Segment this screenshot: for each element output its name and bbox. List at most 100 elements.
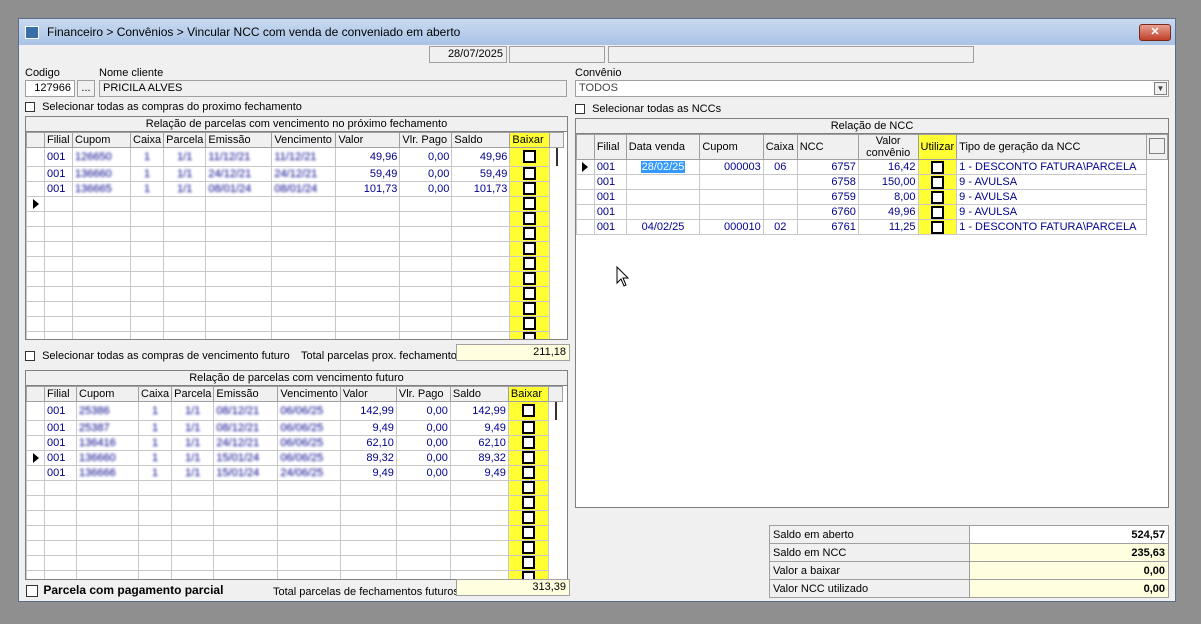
futuro-header-0[interactable]: Filial xyxy=(44,386,77,402)
utilizar-checkbox[interactable] xyxy=(930,220,944,234)
table-row[interactable]: 001 136665 1 1/1 08/01/24 08/01/24 101,73 0,00 1… xyxy=(26,180,564,197)
ncc-header-5[interactable]: Valor convênio xyxy=(857,134,919,160)
baixar-cell[interactable] xyxy=(507,434,549,451)
scrollbar-thumb[interactable] xyxy=(556,148,559,166)
baixar-cell[interactable] xyxy=(507,539,549,556)
baixar-checkbox[interactable] xyxy=(521,481,535,494)
futuro-header-3[interactable]: Parcela xyxy=(171,386,215,402)
table-row[interactable] xyxy=(26,524,563,541)
baixar-checkbox[interactable] xyxy=(521,421,535,434)
futuro-header-6[interactable]: Valor xyxy=(339,386,397,402)
baixar-cell[interactable] xyxy=(507,401,549,421)
parcial-option[interactable]: Parcela com pagamento parcial xyxy=(26,583,223,597)
baixar-cell[interactable] xyxy=(509,240,551,257)
select-all-ncc[interactable]: Selecionar todas as NCCs xyxy=(575,103,721,115)
baixar-checkbox[interactable] xyxy=(521,466,535,479)
table-row[interactable] xyxy=(26,330,564,339)
baixar-checkbox[interactable] xyxy=(521,541,535,554)
baixar-checkbox[interactable] xyxy=(523,272,537,285)
table-row[interactable] xyxy=(26,539,563,556)
proximo-header-4[interactable]: Emissão xyxy=(205,132,273,148)
proximo-header-0[interactable]: Filial xyxy=(44,132,73,148)
table-row[interactable] xyxy=(26,270,564,287)
table-row[interactable]: 001 25386 1 1/1 08/12/21 06/06/25 142,99 0,00 14… xyxy=(26,401,563,421)
table-row[interactable]: 001 136660 1 1/1 24/12/21 24/12/21 59,49 0,00 59… xyxy=(26,165,564,182)
baixar-cell[interactable] xyxy=(509,225,551,242)
table-row[interactable] xyxy=(26,240,564,257)
table-row[interactable] xyxy=(26,255,564,272)
title-bar[interactable]: Financeiro > Convênios > Vincular NCC co… xyxy=(19,19,1175,45)
table-row[interactable]: 001 25387 1 1/1 08/12/21 06/06/25 9,49 0,00 9,49 xyxy=(26,419,563,436)
baixar-cell[interactable] xyxy=(509,210,551,227)
proximo-header-5[interactable]: Vencimento xyxy=(271,132,337,148)
proximo-header-3[interactable]: Parcela xyxy=(163,132,207,148)
table-row[interactable]: 001 136416 1 1/1 24/12/21 06/06/25 62,10 0,00 62… xyxy=(26,434,563,451)
select-all-proximo-checkbox[interactable] xyxy=(25,102,35,113)
utilizar-checkbox[interactable] xyxy=(930,175,944,189)
baixar-checkbox[interactable] xyxy=(523,302,537,315)
futuro-header-2[interactable]: Caixa xyxy=(137,386,173,402)
baixar-checkbox[interactable] xyxy=(521,404,535,418)
baixar-checkbox[interactable] xyxy=(523,317,537,330)
baixar-checkbox[interactable] xyxy=(523,182,537,195)
table-row[interactable] xyxy=(26,509,563,526)
scrollbar-button[interactable] xyxy=(1148,137,1165,154)
utilizar-checkbox[interactable] xyxy=(930,190,944,204)
table-row[interactable] xyxy=(26,225,564,242)
futuro-header-1[interactable]: Cupom xyxy=(76,386,139,402)
codigo-lookup-button[interactable]: ... xyxy=(77,80,95,97)
futuro-header-9[interactable]: Baixar xyxy=(507,386,549,402)
futuro-header-7[interactable]: Vlr. Pago xyxy=(395,386,451,402)
ncc-header-4[interactable]: NCC xyxy=(796,134,859,160)
baixar-checkbox[interactable] xyxy=(523,242,537,255)
select-all-proximo[interactable]: Selecionar todas as compras do proximo f… xyxy=(25,101,302,113)
table-row[interactable] xyxy=(26,210,564,227)
baixar-checkbox[interactable] xyxy=(523,150,537,164)
baixar-cell[interactable] xyxy=(507,554,549,571)
codigo-input[interactable]: 127966 xyxy=(25,80,75,97)
table-row[interactable] xyxy=(26,300,564,317)
utilizar-cell[interactable] xyxy=(917,219,958,235)
ncc-header-1[interactable]: Data venda xyxy=(625,134,701,160)
baixar-cell[interactable] xyxy=(509,195,551,212)
select-all-futuro-checkbox[interactable] xyxy=(25,351,35,362)
table-row[interactable]: 001 126650 1 1/1 11/12/21 11/12/21 49,96 0,00 49… xyxy=(26,147,564,167)
baixar-cell[interactable] xyxy=(509,255,551,272)
baixar-checkbox[interactable] xyxy=(521,451,535,464)
scrollbar-thumb[interactable] xyxy=(554,402,557,420)
baixar-cell[interactable] xyxy=(509,165,551,182)
baixar-cell[interactable] xyxy=(509,180,551,197)
baixar-checkbox[interactable] xyxy=(521,556,535,569)
table-row[interactable] xyxy=(26,195,564,212)
select-all-futuro[interactable]: Selecionar todas as compras de venciment… xyxy=(25,350,290,362)
table-row[interactable]: 001 6760 49,96 9 - AVULSA xyxy=(576,204,1168,220)
table-row[interactable]: 001 136666 1 1/1 15/01/24 24/06/25 9,49 0,00 9,4… xyxy=(26,464,563,481)
table-row[interactable]: 001 28/02/25 000003 06 6757 16,42 1 - DESCONTO… xyxy=(576,159,1168,175)
ncc-header-0[interactable]: Filial xyxy=(593,134,627,160)
baixar-checkbox[interactable] xyxy=(521,436,535,449)
baixar-cell[interactable] xyxy=(509,300,551,317)
table-row[interactable] xyxy=(26,285,564,302)
table-row[interactable] xyxy=(26,479,563,496)
baixar-cell[interactable] xyxy=(509,147,551,167)
baixar-checkbox[interactable] xyxy=(523,167,537,180)
table-row[interactable]: 001 136660 1 1/1 15/01/24 06/06/25 89,32 0,00 89… xyxy=(26,449,563,466)
baixar-checkbox[interactable] xyxy=(523,197,537,210)
utilizar-cell[interactable] xyxy=(917,189,958,205)
baixar-cell[interactable] xyxy=(507,464,549,481)
baixar-checkbox[interactable] xyxy=(521,496,535,509)
baixar-cell[interactable] xyxy=(509,285,551,302)
baixar-cell[interactable] xyxy=(507,494,549,511)
baixar-checkbox[interactable] xyxy=(523,287,537,300)
futuro-header-8[interactable]: Saldo xyxy=(449,386,509,402)
baixar-checkbox[interactable] xyxy=(523,257,537,270)
select-all-ncc-checkbox[interactable] xyxy=(575,104,585,115)
baixar-checkbox[interactable] xyxy=(523,227,537,240)
ncc-header-2[interactable]: Cupom xyxy=(699,134,764,160)
baixar-checkbox[interactable] xyxy=(521,526,535,539)
baixar-cell[interactable] xyxy=(507,479,549,496)
ncc-header-6[interactable]: Utilizar xyxy=(917,134,958,160)
futuro-header-4[interactable]: Emissão xyxy=(213,386,279,402)
baixar-checkbox[interactable] xyxy=(521,511,535,524)
baixar-cell[interactable] xyxy=(509,315,551,332)
